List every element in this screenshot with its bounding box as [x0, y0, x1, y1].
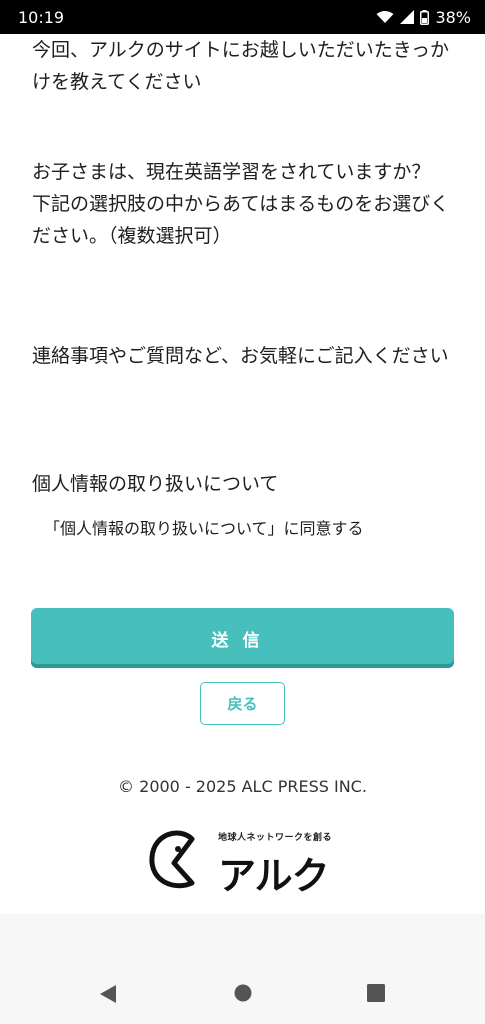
copyright-text: © 2000 - 2025 ALC PRESS INC. [118, 777, 367, 796]
question-comments: 連絡事項やご質問など、お気軽にご記入ください [32, 345, 449, 367]
logo-tagline: 地球人ネットワークを創る [218, 833, 333, 843]
back-button[interactable]: 戻る [200, 682, 285, 725]
status-bar: 10:19 38% [0, 0, 485, 34]
navigation-bar [0, 914, 485, 1024]
signal-icon [400, 10, 415, 24]
battery-percent: 38% [435, 7, 471, 27]
battery-icon [420, 9, 430, 25]
home-circle-icon[interactable] [234, 984, 252, 1006]
question-privacy: 個人情報の取り扱いについて [32, 473, 279, 495]
back-triangle-icon[interactable] [98, 984, 118, 1008]
question-english-study-line1: お子さまは、現在英語学習をされていますか？ [32, 161, 431, 183]
privacy-consent-option[interactable]: 「個人情報の取り扱いについて」に同意する [44, 516, 464, 542]
wifi-icon [376, 10, 394, 24]
submit-button[interactable]: 送信 [31, 608, 454, 668]
question-english-study-line2: 下記の選択肢の中からあてはまるものをお選びください。（複数選択可） [32, 193, 450, 247]
status-icons: 38% [376, 8, 471, 27]
question-referral: 今回、アルクのサイトにお越しいただいたきっかけを教えてください [32, 39, 450, 93]
alc-mascot-icon [149, 830, 195, 889]
status-time: 10:19 [18, 7, 65, 27]
screen: 10:19 38% 今回、アルクのサイトにお越しいただいたきっかけを教えてくださ… [0, 0, 485, 1024]
logo-wordmark: アルク [218, 854, 330, 898]
question-english-study: お子さまは、現在英語学習をされていますか？ 下記の選択肢の中からあてはまるものを… [32, 156, 457, 252]
recents-square-icon[interactable] [367, 984, 385, 1006]
form-content: 今回、アルクのサイトにお越しいただいたきっかけを教えてください お子さまは、現在… [0, 34, 485, 914]
alc-logo[interactable]: 地球人ネットワークを創る アルク [148, 827, 348, 898]
